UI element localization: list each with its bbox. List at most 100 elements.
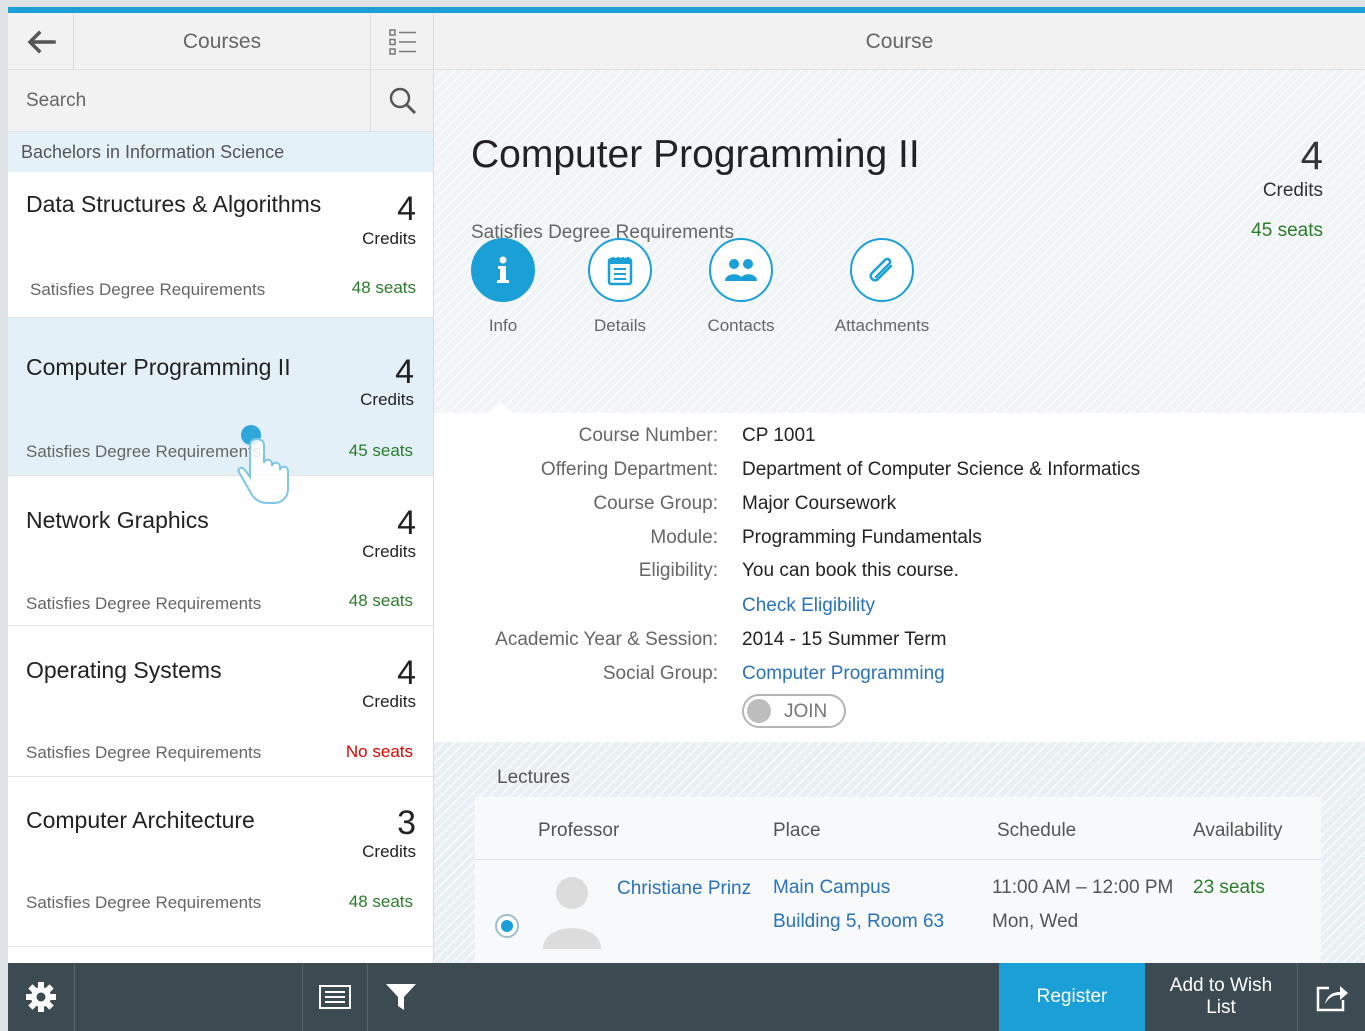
department-value: Department of Computer Science & Informa… <box>742 459 1141 480</box>
social-group-label: Social Group: <box>602 663 718 684</box>
master-footer <box>8 963 434 1031</box>
detail-header: Course <box>434 13 1365 70</box>
course-title: Computer Programming II <box>26 354 291 380</box>
join-toggle[interactable]: JOIN <box>742 694 846 728</box>
session-label: Academic Year & Session: <box>495 629 718 650</box>
column-header-schedule: Schedule <box>997 820 1077 841</box>
place-link[interactable]: Main Campus <box>773 877 890 899</box>
course-list-item[interactable]: Computer Architecture 3 Credits Satisfie… <box>8 777 433 947</box>
tab-contacts-label: Contacts <box>707 316 775 335</box>
course-number-value: CP 1001 <box>742 425 816 446</box>
table-header-divider <box>475 859 1321 860</box>
course-requirement: Satisfies Degree Requirements <box>30 280 266 299</box>
course-list-item-selected[interactable]: Computer Programming II 4 Credits Satisf… <box>8 318 433 476</box>
add-to-wish-list-button[interactable]: Add to Wish List <box>1145 963 1297 1031</box>
register-button[interactable]: Register <box>999 963 1145 1031</box>
group-icon <box>725 259 757 281</box>
course-list-item[interactable]: Operating Systems 4 Credits Satisfies De… <box>8 626 433 777</box>
group-by-button[interactable] <box>303 963 367 1031</box>
course-credits-unit: Credits <box>362 842 416 861</box>
course-seats: 45 seats <box>1251 220 1323 241</box>
course-seats: 45 seats <box>348 441 413 460</box>
course-credits: 4 <box>397 504 416 542</box>
back-button[interactable] <box>8 13 74 70</box>
document-list-icon <box>319 985 351 1009</box>
place-room-link[interactable]: Building 5, Room 63 <box>773 911 944 933</box>
tab-attachments[interactable]: Attachments <box>807 238 957 336</box>
master-pane: Courses Bachelors in Information Science… <box>8 13 434 963</box>
radio-selected-dot <box>501 920 513 932</box>
lectures-section: Lectures Professor Place Schedule Availa… <box>434 742 1365 963</box>
join-toggle-label: JOIN <box>784 701 828 722</box>
check-eligibility-link[interactable]: Check Eligibility <box>742 595 875 617</box>
search-input[interactable] <box>8 70 370 132</box>
tab-attachments-circle <box>850 238 914 302</box>
course-title: Network Graphics <box>26 507 209 533</box>
filter-button[interactable] <box>368 963 434 1031</box>
course-credits-unit: Credits <box>362 542 416 561</box>
course-credits-unit: Credits <box>362 229 416 248</box>
column-header-professor: Professor <box>538 820 620 841</box>
schedule-time: 11:00 AM – 12:00 PM <box>992 877 1174 898</box>
touch-cursor-icon <box>237 425 289 504</box>
course-credits: 4 <box>397 654 416 692</box>
notepad-icon <box>607 257 633 286</box>
share-icon <box>1316 986 1348 1012</box>
tab-attachments-label: Attachments <box>834 316 930 335</box>
schedule-days: Mon, Wed <box>992 911 1079 932</box>
tab-info-label: Info <box>488 316 518 335</box>
detail-pane: Course Computer Programming II 4 Credits… <box>434 13 1365 963</box>
footer-divider <box>74 963 75 1031</box>
column-header-availability: Availability <box>1193 820 1283 841</box>
course-requirement: Satisfies Degree Requirements <box>26 594 262 613</box>
tab-info-circle <box>471 238 535 302</box>
course-list-item[interactable]: Data Structures & Algorithms 4 Credits S… <box>8 172 433 318</box>
share-button[interactable] <box>1298 963 1365 1031</box>
filter-icon <box>386 984 416 1010</box>
search-button[interactable] <box>370 70 433 132</box>
course-credits: 3 <box>397 804 416 842</box>
course-credits: 4 <box>395 353 414 391</box>
course-group-label: Course Group: <box>593 493 718 514</box>
course-title: Data Structures & Algorithms <box>26 191 322 217</box>
eligibility-label: Eligibility: <box>638 560 718 581</box>
tab-details-circle <box>588 238 652 302</box>
course-requirement: Satisfies Degree Requirements <box>26 442 262 461</box>
lecture-select-radio[interactable] <box>495 914 519 938</box>
course-seats: 48 seats <box>348 591 413 610</box>
social-group-link[interactable]: Computer Programming <box>742 663 945 685</box>
master-header: Courses <box>8 13 433 70</box>
detail-footer: Register Add to Wish List <box>434 963 1365 1031</box>
tab-contacts[interactable]: Contacts <box>676 238 806 336</box>
tab-details-label: Details <box>594 316 646 335</box>
tab-details[interactable]: Details <box>555 238 685 336</box>
module-label: Module: <box>650 527 718 548</box>
info-icon <box>497 256 509 283</box>
course-seats: No seats <box>345 742 413 761</box>
course-group-value: Major Coursework <box>742 493 897 514</box>
settings-button[interactable] <box>8 963 74 1031</box>
course-title: Computer Architecture <box>26 807 255 833</box>
course-list-item[interactable]: Network Graphics 4 Credits Satisfies Deg… <box>8 476 433 626</box>
course-title: Computer Programming II <box>471 133 920 176</box>
session-value: 2014 - 15 Summer Term <box>742 629 947 650</box>
group-header: Bachelors in Information Science <box>8 132 433 172</box>
course-title: Operating Systems <box>26 657 222 683</box>
course-credits-unit: Credits <box>362 692 416 711</box>
eligibility-value: You can book this course. <box>742 560 959 581</box>
join-toggle-knob <box>747 699 771 723</box>
tab-contacts-circle <box>709 238 773 302</box>
module-value: Programming Fundamentals <box>742 527 982 548</box>
arrow-left-icon <box>27 30 56 53</box>
professor-link[interactable]: Christiane Prinz <box>617 878 751 900</box>
course-seats: 48 seats <box>351 278 416 297</box>
tab-info[interactable]: Info <box>438 238 568 336</box>
list-view-button[interactable] <box>370 13 433 70</box>
search-icon <box>389 87 416 114</box>
info-form: Course Number: CP 1001 Offering Departme… <box>434 413 1365 743</box>
course-credits-unit: Credits <box>360 390 414 409</box>
column-header-place: Place <box>773 820 821 841</box>
course-credits: 4 <box>397 190 416 228</box>
master-title: Courses <box>182 30 262 53</box>
lecture-availability: 23 seats <box>1193 877 1265 898</box>
